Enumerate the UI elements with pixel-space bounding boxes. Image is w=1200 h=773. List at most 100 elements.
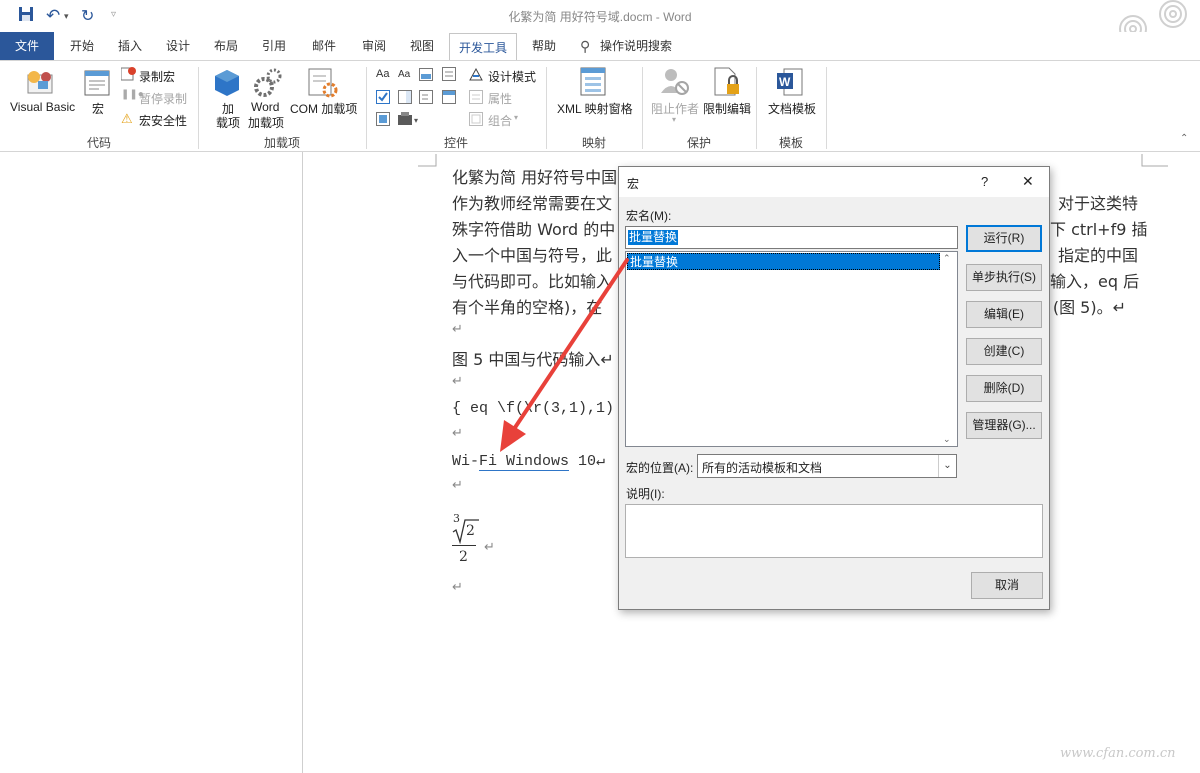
picture-control-icon[interactable]	[419, 68, 433, 81]
combo-box-control-icon[interactable]	[398, 90, 412, 104]
macros-dialog: 宏 ? ✕ 宏名(M): 批量替换 批量替换 ⌃ ⌄ 宏的位置(A): 所有的活…	[618, 166, 1050, 610]
help-button[interactable]: ?	[981, 174, 988, 189]
doc-line-6-right: (图 5)。↵	[1052, 298, 1126, 317]
svg-text:▾: ▾	[414, 116, 418, 125]
com-addins-button[interactable]: COM 加载项	[290, 100, 357, 117]
tab-references[interactable]: 引用	[254, 32, 294, 60]
macro-name-input[interactable]: 批量替换	[625, 226, 958, 249]
chevron-down-icon[interactable]: ⌄	[938, 455, 956, 477]
properties-icon	[469, 90, 483, 104]
run-button[interactable]: 运行(R)	[966, 225, 1042, 252]
create-button[interactable]: 创建(C)	[966, 338, 1042, 365]
tab-mailings[interactable]: 邮件	[304, 32, 344, 60]
delete-button[interactable]: 删除(D)	[966, 375, 1042, 402]
group-label-controls: 控件	[443, 136, 468, 150]
macro-name-label: 宏名(M):	[626, 209, 672, 223]
watermark: www.cfan.com.cn	[1060, 746, 1176, 761]
macros-in-select[interactable]: 所有的活动模板和文档 ⌄	[697, 454, 957, 478]
wifi-line: Wi-Fi Windows 10↵	[452, 451, 606, 471]
repeating-section-control-icon[interactable]	[376, 112, 390, 126]
macro-list-scrollbar[interactable]: ⌃ ⌄	[940, 253, 956, 445]
ribbon-developer: Visual Basic 宏 录制宏 ❚❚● 暂停录制 ⚠ 宏安全性 代码 加 …	[0, 60, 1200, 152]
doc-line-6: 有个半角的空格)，在	[452, 298, 603, 317]
block-authors-dropdown-icon: ▾	[672, 115, 677, 124]
doc-line-2-right: 对于这类特	[1057, 194, 1138, 213]
description-box	[625, 504, 1043, 558]
doc-line-5-right: 输入，eq 后	[1050, 272, 1140, 291]
paragraph-mark: ↵	[452, 374, 463, 389]
date-picker-control-icon[interactable]	[442, 90, 456, 104]
document-template-icon: W	[777, 68, 803, 96]
checkbox-control-icon[interactable]	[376, 90, 390, 104]
tab-developer[interactable]: 开发工具	[449, 33, 517, 61]
tab-file[interactable]: 文件	[0, 32, 54, 60]
tab-design[interactable]: 设计	[158, 32, 198, 60]
building-block-control-icon[interactable]	[442, 67, 456, 81]
visual-basic-icon	[27, 71, 53, 94]
macro-security-button[interactable]: 宏安全性	[139, 112, 187, 129]
scroll-up-icon[interactable]: ⌃	[943, 253, 951, 264]
wifi-link-text[interactable]: Fi Windows	[479, 453, 570, 471]
pause-recording-button[interactable]: 暂停录制	[139, 90, 187, 107]
block-authors-icon	[661, 69, 689, 95]
word-addins-icon	[254, 68, 282, 97]
wifi-suffix: 10↵	[569, 453, 606, 470]
doc-line-2: 作为教师经常需要在文	[452, 194, 613, 213]
dropdown-list-control-icon[interactable]	[419, 90, 433, 104]
legacy-tools-icon[interactable]: ▾	[398, 112, 420, 126]
close-button[interactable]: ✕	[1022, 173, 1034, 190]
window-title: 化繁为简 用好符号域.docm - Word	[508, 10, 692, 24]
step-into-button[interactable]: 单步执行(S)	[966, 264, 1042, 291]
group-label-code: 代码	[86, 136, 111, 150]
macros-icon	[84, 70, 110, 96]
com-addins-icon	[308, 68, 338, 98]
macro-list-item[interactable]: 批量替换	[627, 253, 940, 270]
group-button[interactable]: 组合	[488, 112, 512, 129]
properties-button[interactable]: 属性	[488, 90, 512, 107]
rich-text-control-icon[interactable]: Aa	[376, 68, 389, 80]
description-label: 说明(I):	[626, 487, 665, 501]
addins-button-line2[interactable]: 载项	[216, 114, 240, 131]
record-macro-button[interactable]: 录制宏	[139, 68, 175, 85]
tab-help[interactable]: 帮助	[524, 32, 564, 60]
tab-home[interactable]: 开始	[62, 32, 102, 60]
paragraph-mark: ↵	[484, 540, 495, 555]
dialog-title: 宏	[627, 177, 640, 191]
edit-button[interactable]: 编辑(E)	[966, 301, 1042, 328]
record-macro-icon	[121, 67, 136, 81]
wifi-prefix: Wi-	[452, 453, 480, 470]
group-separator	[826, 67, 827, 149]
cancel-button[interactable]: 取消	[971, 572, 1043, 599]
macro-list[interactable]: 批量替换 ⌃ ⌄	[625, 251, 958, 447]
svg-text:W: W	[779, 75, 791, 89]
plain-text-control-icon[interactable]: Aa	[398, 69, 410, 80]
scroll-down-icon[interactable]: ⌄	[943, 434, 951, 445]
organizer-button[interactable]: 管理器(G)...	[966, 412, 1042, 439]
tab-view[interactable]: 视图	[402, 32, 442, 60]
fraction-bar	[452, 545, 476, 546]
tab-insert[interactable]: 插入	[110, 32, 150, 60]
tell-me-search[interactable]: 操作说明搜索	[600, 32, 684, 60]
group-dropdown-icon: ▾	[514, 113, 519, 122]
word-addins-button-line2[interactable]: 加载项	[248, 114, 284, 131]
restrict-editing-button[interactable]: 限制编辑	[703, 100, 751, 117]
doc-line-3-right: 下 ctrl+f9 插	[1050, 220, 1148, 239]
paragraph-mark: ↵	[452, 426, 463, 441]
design-mode-button[interactable]: 设计模式	[488, 68, 536, 85]
doc-line-5: 与代码即可。比如输入	[452, 272, 613, 291]
tab-review[interactable]: 审阅	[354, 32, 394, 60]
xml-mapping-pane-button[interactable]: XML 映射窗格	[557, 100, 633, 117]
tab-layout[interactable]: 布局	[206, 32, 246, 60]
document-template-button[interactable]: 文档模板	[768, 100, 816, 117]
word-addins-button-line1[interactable]: Word	[251, 100, 279, 114]
margin-marker-left	[418, 154, 437, 167]
collapse-ribbon-icon[interactable]: ⌃	[1180, 133, 1188, 144]
xml-mapping-icon	[580, 67, 606, 96]
lightbulb-icon: ⚲	[580, 38, 591, 54]
macros-button[interactable]: 宏	[92, 100, 104, 117]
paragraph-mark: ↵	[452, 580, 463, 595]
group-icon	[469, 112, 483, 126]
design-mode-icon	[469, 68, 483, 81]
visual-basic-button[interactable]: Visual Basic	[10, 100, 75, 114]
ribbon-display-icon[interactable]	[1156, 0, 1190, 30]
